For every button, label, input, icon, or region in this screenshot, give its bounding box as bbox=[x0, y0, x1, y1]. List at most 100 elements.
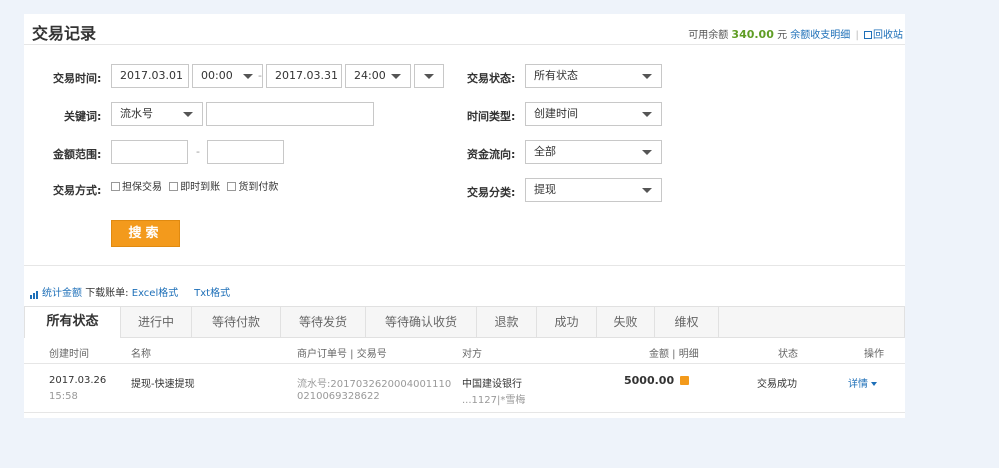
chevron-down-icon bbox=[391, 74, 401, 79]
column-party: 对方 bbox=[462, 349, 482, 360]
row-serial-line2: 0210069328622 bbox=[297, 391, 380, 402]
status-label: 交易状态: bbox=[467, 72, 516, 85]
stats-download-bar: 统计金额 下载账单: Excel格式 Txt格式 bbox=[30, 284, 230, 299]
table-row: 2017.03.26 15:58 提现-快速提现 流水号:20170326200… bbox=[24, 365, 905, 413]
stats-amount-link[interactable]: 统计金额 bbox=[30, 288, 82, 299]
category-select[interactable]: 提现 bbox=[525, 178, 662, 202]
end-date-input[interactable]: 2017.03.31 bbox=[266, 64, 342, 88]
row-status: 交易成功 bbox=[757, 379, 797, 390]
balance-area: 可用余额 340.00 元 余额收支明细 | 回收站 bbox=[688, 26, 903, 41]
status-select[interactable]: 所有状态 bbox=[525, 64, 662, 88]
chevron-down-icon bbox=[642, 112, 652, 117]
bar-chart-icon bbox=[30, 288, 40, 299]
chevron-down-icon bbox=[424, 74, 434, 79]
trade-method-label: 交易方式: bbox=[53, 184, 102, 197]
column-status: 状态 bbox=[778, 349, 798, 360]
fund-flow-value: 全部 bbox=[534, 145, 556, 158]
chevron-down-icon bbox=[642, 188, 652, 193]
method-escrow-label: 担保交易 bbox=[122, 182, 162, 193]
row-amount: 5000.00 bbox=[624, 374, 675, 387]
txt-download-link[interactable]: Txt格式 bbox=[194, 288, 230, 299]
time-type-label: 时间类型: bbox=[467, 110, 516, 123]
amount-range-label: 金额范围: bbox=[53, 148, 102, 161]
trash-icon bbox=[864, 31, 872, 39]
keyword-type-select[interactable]: 流水号 bbox=[111, 102, 203, 126]
recycle-bin-link[interactable]: 回收站 bbox=[864, 30, 903, 41]
tab-success[interactable]: 成功 bbox=[537, 307, 597, 337]
method-cod-option[interactable]: 货到付款 bbox=[227, 182, 278, 193]
tab-dispute[interactable]: 维权 bbox=[655, 307, 719, 337]
status-tabs: 所有状态 进行中 等待付款 等待发货 等待确认收货 退款 成功 失败 维权 bbox=[24, 306, 905, 338]
status-value: 所有状态 bbox=[534, 69, 578, 82]
time-type-select[interactable]: 创建时间 bbox=[525, 102, 662, 126]
tab-waiting-payment[interactable]: 等待付款 bbox=[192, 307, 281, 337]
start-date-input[interactable]: 2017.03.01 bbox=[111, 64, 189, 88]
time-type-value: 创建时间 bbox=[534, 107, 578, 120]
method-escrow-checkbox[interactable] bbox=[111, 182, 120, 191]
keyword-type-value: 流水号 bbox=[120, 107, 153, 120]
search-button[interactable]: 搜索 bbox=[111, 220, 180, 247]
column-amount: 金额 | 明细 bbox=[649, 349, 699, 360]
start-time-select[interactable]: 00:00 bbox=[192, 64, 263, 88]
row-detail-label: 详情 bbox=[848, 379, 868, 390]
balance-label: 可用余额 bbox=[688, 30, 729, 41]
end-time-value: 24:00 bbox=[354, 69, 386, 82]
balance-detail-link[interactable]: 余额收支明细 bbox=[790, 30, 850, 41]
row-date: 2017.03.26 bbox=[49, 375, 107, 386]
tab-refund[interactable]: 退款 bbox=[477, 307, 537, 337]
date-preset-select[interactable] bbox=[414, 64, 444, 88]
chevron-down-icon bbox=[642, 150, 652, 155]
method-cod-label: 货到付款 bbox=[238, 182, 279, 193]
row-party-account: ...1127|*雪梅 bbox=[462, 395, 526, 406]
amount-min-input[interactable] bbox=[111, 140, 188, 164]
column-action: 操作 bbox=[864, 349, 884, 360]
column-order-no: 商户订单号 | 交易号 bbox=[297, 349, 387, 360]
tab-all-status[interactable]: 所有状态 bbox=[25, 307, 121, 338]
row-detail-link[interactable]: 详情 bbox=[848, 375, 877, 390]
column-name: 名称 bbox=[131, 349, 151, 360]
keyword-label: 关键词: bbox=[64, 110, 102, 123]
start-time-value: 00:00 bbox=[201, 69, 233, 82]
tab-waiting-confirm[interactable]: 等待确认收货 bbox=[366, 307, 477, 337]
category-value: 提现 bbox=[534, 183, 556, 196]
row-serial-line1: 流水号:2017032620004001110 bbox=[297, 379, 452, 390]
excel-download-link[interactable]: Excel格式 bbox=[132, 288, 179, 299]
stats-amount-label: 统计金额 bbox=[42, 288, 82, 299]
method-instant-checkbox[interactable] bbox=[169, 182, 179, 191]
row-party-bank: 中国建设银行 bbox=[462, 379, 522, 390]
keyword-input[interactable] bbox=[206, 102, 374, 126]
end-time-select[interactable]: 24:00 bbox=[345, 64, 411, 88]
title-divider bbox=[24, 44, 905, 45]
chevron-down-icon bbox=[243, 74, 253, 79]
trade-records-panel: 交易记录 可用余额 340.00 元 余额收支明细 | 回收站 交易时间: 20… bbox=[24, 14, 905, 418]
filter-divider bbox=[24, 265, 905, 266]
category-label: 交易分类: bbox=[467, 186, 516, 199]
recycle-bin-label: 回收站 bbox=[873, 30, 903, 41]
method-instant-label: 即时到账 bbox=[180, 182, 221, 193]
amount-max-input[interactable] bbox=[207, 140, 284, 164]
amount-range-dash: - bbox=[196, 145, 200, 158]
chevron-down-icon bbox=[871, 382, 877, 386]
fund-flow-label: 资金流向: bbox=[467, 148, 516, 161]
row-name: 提现-快速提现 bbox=[131, 379, 195, 390]
method-cod-checkbox[interactable] bbox=[227, 182, 237, 191]
balance-separator: | bbox=[855, 30, 859, 41]
balance-unit: 元 bbox=[777, 30, 788, 41]
tab-failed[interactable]: 失败 bbox=[597, 307, 655, 337]
chevron-down-icon bbox=[183, 112, 193, 117]
date-range-dash: - bbox=[258, 69, 262, 82]
detail-badge-icon[interactable] bbox=[680, 376, 689, 385]
chevron-down-icon bbox=[642, 74, 652, 79]
download-label: 下载账单: bbox=[85, 288, 129, 299]
balance-amount: 340.00 bbox=[731, 28, 774, 41]
table-header: 创建时间 名称 商户订单号 | 交易号 对方 金额 | 明细 状态 操作 bbox=[24, 338, 905, 364]
row-time: 15:58 bbox=[49, 391, 78, 402]
method-escrow-option[interactable]: 担保交易 bbox=[111, 182, 162, 193]
tab-in-progress[interactable]: 进行中 bbox=[121, 307, 192, 337]
method-instant-option[interactable]: 即时到账 bbox=[169, 182, 220, 193]
fund-flow-select[interactable]: 全部 bbox=[525, 140, 662, 164]
column-created: 创建时间 bbox=[49, 349, 89, 360]
tab-waiting-shipment[interactable]: 等待发货 bbox=[281, 307, 366, 337]
page-title: 交易记录 bbox=[32, 24, 97, 43]
trade-method-checkboxes: 担保交易 即时到账 货到付款 bbox=[111, 178, 282, 193]
